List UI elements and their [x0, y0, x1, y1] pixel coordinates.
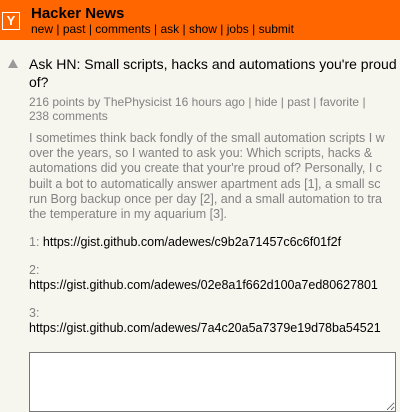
footnote-3: 3: https://gist.github.com/adewes/7a4c20…: [29, 306, 400, 336]
footnote-link[interactable]: https://gist.github.com/adewes/02e8a1f66…: [29, 278, 378, 292]
footnote-1: 1: https://gist.github.com/adewes/c9b2a7…: [29, 235, 400, 250]
story-subtext: 216 points by ThePhysicist 16 hours ago …: [29, 95, 366, 109]
story-points: 216 points: [29, 95, 85, 109]
footnote-link[interactable]: https://gist.github.com/adewes/7a4c20a5a…: [29, 321, 381, 335]
favorite-link[interactable]: favorite: [320, 95, 359, 109]
story-body: I sometimes think back fondly of the sma…: [29, 131, 400, 222]
footnote-number: 3:: [29, 306, 40, 320]
story-by-label: by: [87, 95, 101, 109]
body-line: over the years, so I wanted to ask you: …: [29, 146, 373, 161]
footnote-number: 2:: [29, 263, 40, 277]
body-line: automations did you create that your're …: [29, 161, 383, 176]
story-title[interactable]: Ask HN: Small scripts, hacks and automat…: [29, 55, 400, 73]
body-line: I sometimes think back fondly of the sma…: [29, 131, 385, 145]
story-title-continued[interactable]: of?: [29, 73, 48, 91]
nav-show[interactable]: show: [189, 22, 217, 36]
upvote-arrow-icon[interactable]: [8, 59, 18, 68]
footnote-link[interactable]: https://gist.github.com/adewes/c9b2a7145…: [43, 235, 341, 249]
story-subtext-continued: 238 comments: [29, 109, 108, 123]
story-author-link[interactable]: ThePhysicist: [104, 95, 172, 109]
hide-link[interactable]: hide: [255, 95, 278, 109]
footnote-2: 2: https://gist.github.com/adewes/02e8a1…: [29, 263, 400, 293]
site-name-link[interactable]: Hacker News: [31, 5, 124, 22]
nav-submit[interactable]: submit: [259, 22, 294, 36]
hn-logo[interactable]: Y: [2, 12, 20, 30]
nav-past[interactable]: past: [63, 22, 86, 36]
footnote-number: 1:: [29, 235, 40, 249]
body-line: built a bot to automatically answer apar…: [29, 176, 381, 191]
comments-link[interactable]: 238 comments: [29, 109, 108, 123]
top-bar: Y Hacker News new | past | comments | as…: [0, 0, 400, 40]
nav-comments[interactable]: comments: [95, 22, 150, 36]
nav-new[interactable]: new: [31, 22, 53, 36]
story-age-link[interactable]: 16 hours ago: [175, 95, 245, 109]
comment-textarea[interactable]: [29, 352, 396, 412]
nav-ask[interactable]: ask: [160, 22, 179, 36]
nav-jobs[interactable]: jobs: [227, 22, 249, 36]
body-line: run Borg backup once per day [2], and a …: [29, 191, 382, 206]
past-link[interactable]: past: [287, 95, 310, 109]
body-line: the temperature in my aquarium [3].: [29, 207, 228, 222]
nav-links: new | past | comments | ask | show | job…: [31, 22, 294, 36]
